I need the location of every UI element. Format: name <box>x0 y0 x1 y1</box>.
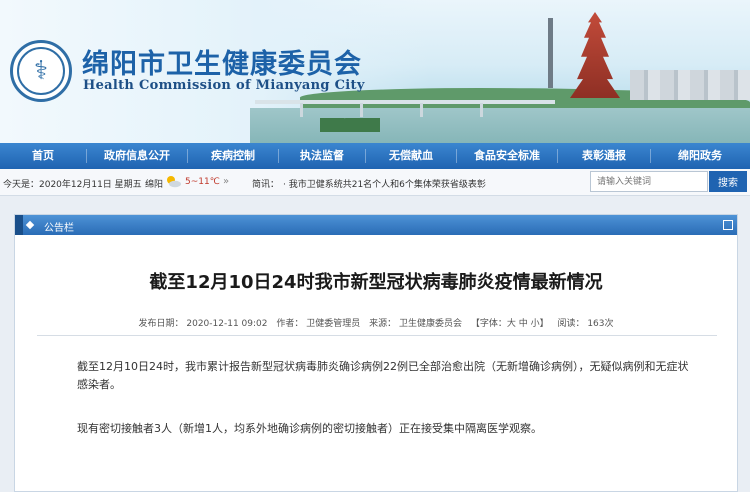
current-date: 今天是：2020年12月11日 星期五 <box>3 180 142 190</box>
search-input[interactable] <box>590 171 708 192</box>
chevron-right-icon[interactable]: » <box>223 176 229 187</box>
banner-tv-tower <box>548 18 553 88</box>
nav-item-enforcement[interactable]: 执法监督 <box>279 143 365 169</box>
nav-item-disease-control[interactable]: 疾病控制 <box>188 143 278 169</box>
article-paragraph: 截至12月10日24时，我市累计报告新型冠状病毒肺炎确诊病例22例已全部治愈出院… <box>77 360 689 391</box>
header-banner: ⚕ 绵阳市卫生健康委员会 Health Commission of Mianya… <box>0 0 750 143</box>
article-author: 作者： 卫健委管理员 <box>276 319 361 329</box>
diamond-bullet-icon <box>25 220 35 230</box>
panel-header-tab <box>15 215 23 235</box>
meta-divider <box>37 335 717 336</box>
banner-buildings <box>630 70 750 100</box>
announcement-panel: 公告栏 截至12月10日24时我市新型冠状病毒肺炎疫情最新情况 发布日期： 20… <box>14 214 738 492</box>
banner-trees <box>320 118 380 132</box>
nav-item-food-safety[interactable]: 食品安全标准 <box>457 143 557 169</box>
nav-item-commendation[interactable]: 表彰通报 <box>558 143 650 169</box>
site-title-en: Health Commission of Mianyang City <box>83 78 365 93</box>
bridge-pillar <box>360 103 363 117</box>
bridge-pillar <box>480 103 483 117</box>
news-ticker-label: 简讯： <box>252 180 280 190</box>
site-logo[interactable]: ⚕ <box>10 40 72 102</box>
search-button[interactable]: 搜索 <box>709 171 747 192</box>
panel-title: 公告栏 <box>44 223 74 234</box>
nav-item-mianyang-gov[interactable]: 绵阳政务 <box>651 143 749 169</box>
news-ticker-item[interactable]: · 我市卫健系统共21名个人和6个集体荣获省级表彰 <box>283 177 486 190</box>
font-size-selector[interactable]: 【字体：大 中 小】 <box>471 319 549 329</box>
site-title-cn: 绵阳市卫生健康委员会 <box>82 49 362 80</box>
nav-item-home[interactable]: 首页 <box>0 143 86 169</box>
article-meta: 发布日期： 2020-12-11 09:02 作者： 卫健委管理员 来源： 卫生… <box>15 316 737 329</box>
view-count: 阅读： 163次 <box>557 319 614 329</box>
bridge-pillar <box>300 103 303 117</box>
article-paragraph: 现有密切接触者3人（新增1人，均系外地确诊病例的密切接触者）正在接受集中隔离医学… <box>77 422 542 435</box>
banner-pagoda <box>570 12 620 98</box>
caduceus-emblem-icon: ⚕ <box>17 47 65 95</box>
nav-item-blood-donation[interactable]: 无偿献血 <box>366 143 456 169</box>
nav-item-gov-info[interactable]: 政府信息公开 <box>87 143 187 169</box>
weather-temperature: 5~11℃ <box>185 177 220 187</box>
publish-date: 发布日期： 2020-12-11 09:02 <box>138 319 268 329</box>
panel-corner-icon <box>723 220 733 230</box>
article-source: 来源： 卫生健康委员会 <box>369 319 462 329</box>
panel-header: 公告栏 <box>15 215 737 235</box>
weather-city: 绵阳 <box>145 180 164 190</box>
main-nav: 首页 政府信息公开 疾病控制 执法监督 无偿献血 食品安全标准 表彰通报 绵阳政… <box>0 143 750 169</box>
partly-sunny-icon <box>167 176 181 188</box>
bridge-pillar <box>420 103 423 117</box>
article-title: 截至12月10日24时我市新型冠状病毒肺炎疫情最新情况 <box>149 272 603 293</box>
